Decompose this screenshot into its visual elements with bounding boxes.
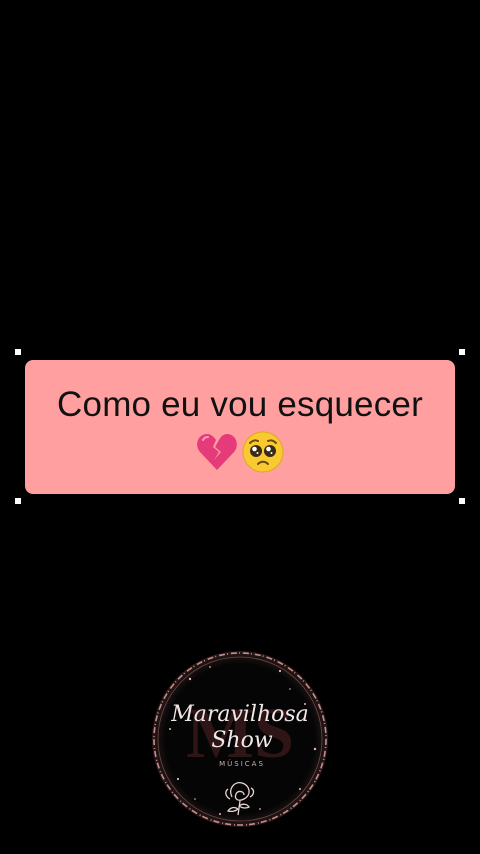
maravilhosa-show-logo: MS Maravilhosa Show MÚSICAS <box>152 651 328 827</box>
resize-handle-top-left[interactable] <box>15 349 21 355</box>
logo-name-line2: Show <box>211 728 272 753</box>
logo-name-line1: Maravilhosa <box>170 702 309 727</box>
caption-text: Como eu vou esquecer <box>57 385 423 424</box>
broken-heart-icon <box>197 434 237 470</box>
caption-emoji-row <box>25 430 455 474</box>
resize-handle-top-right[interactable] <box>459 349 465 355</box>
pleading-face-icon <box>242 431 284 473</box>
resize-handle-bottom-left[interactable] <box>15 498 21 504</box>
video-canvas: Como eu vou esquecer MS Maravilhosa Show… <box>0 0 480 854</box>
resize-handle-bottom-right[interactable] <box>459 498 465 504</box>
caption-box[interactable]: Como eu vou esquecer <box>25 360 455 494</box>
logo-tagline: MÚSICAS <box>219 759 265 768</box>
